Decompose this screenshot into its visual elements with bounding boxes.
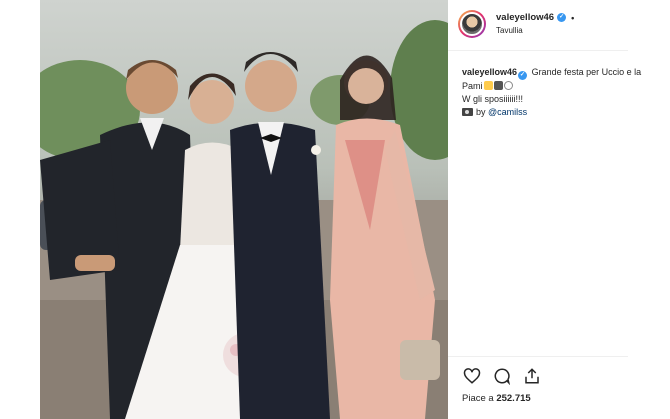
likes-count: 252.715: [496, 393, 531, 404]
caption-text-line2: W gli sposiiiiii!!!: [462, 94, 524, 104]
bride-emoji-icon: [493, 81, 503, 90]
post-photo[interactable]: [40, 0, 448, 419]
avatar[interactable]: [458, 10, 486, 38]
location-link[interactable]: Tavullia: [496, 26, 523, 35]
heart-icon: [463, 368, 481, 384]
likes-summary[interactable]: Piace a 252.715: [462, 393, 531, 404]
caption-credit-prefix: by: [476, 107, 486, 117]
verified-badge-icon: ✓: [557, 13, 567, 22]
likes-label: Piace a: [462, 393, 494, 404]
more-dot: •: [571, 12, 575, 23]
caption-mention-link[interactable]: @camilss: [488, 107, 527, 117]
header-username-row: valeyellow46 ✓ •: [496, 12, 574, 23]
header-username[interactable]: valeyellow46: [496, 12, 554, 23]
face-emoji-icon: [483, 81, 493, 90]
caption-username[interactable]: valeyellow46: [462, 67, 517, 77]
comment-icon: [494, 368, 511, 385]
like-button[interactable]: [462, 366, 482, 386]
share-icon: [525, 368, 539, 384]
actions-divider: [448, 356, 628, 357]
caption: valeyellow46 ✓ Grande festa per Uccio e l…: [462, 66, 642, 119]
header-divider: [448, 50, 628, 51]
wedding-photo: [40, 20, 448, 419]
ring-emoji-icon: [503, 81, 513, 90]
camera-icon: [462, 108, 473, 116]
post-actions: [462, 366, 542, 388]
comment-button[interactable]: [492, 366, 512, 386]
post-header: valeyellow46 ✓ • Tavullia: [458, 10, 658, 40]
post-sidebar: valeyellow46 ✓ • Tavullia valeyellow46 ✓ …: [448, 0, 670, 419]
verified-badge-icon: ✓: [518, 71, 528, 80]
share-button[interactable]: [522, 366, 542, 386]
